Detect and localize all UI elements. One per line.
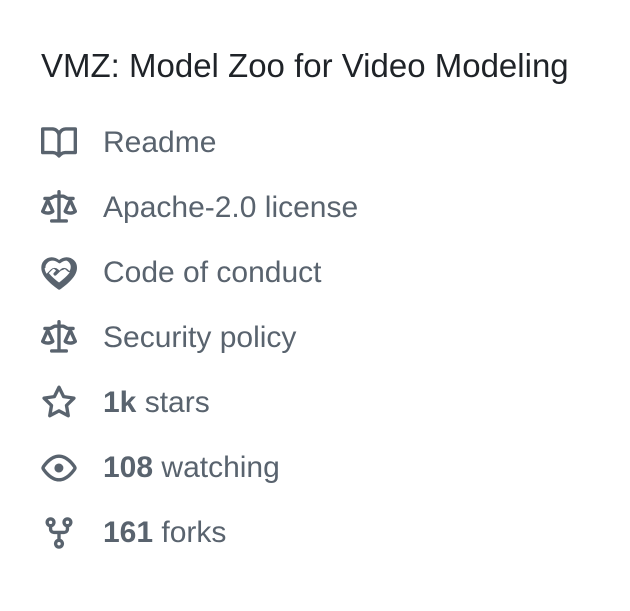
watchers-count: 108	[103, 450, 154, 484]
stars-label: 1k stars	[103, 383, 210, 423]
about-sidebar: VMZ: Model Zoo for Video Modeling Readme…	[0, 0, 630, 565]
security-policy-link[interactable]: Security policy	[41, 305, 630, 370]
stars-link[interactable]: 1k stars	[41, 370, 630, 435]
repo-meta-list: Readme Apache-2.0 license Code of conduc…	[41, 110, 630, 565]
code-of-conduct-icon	[41, 255, 77, 291]
forks-label: 161 forks	[103, 513, 226, 553]
code-of-conduct-label: Code of conduct	[103, 255, 322, 289]
license-label: Apache-2.0 license	[103, 190, 359, 224]
watchers-text: watching	[153, 450, 280, 484]
forks-link[interactable]: 161 forks	[41, 500, 630, 565]
readme-label: Readme	[103, 125, 217, 159]
star-icon	[41, 385, 77, 421]
stars-text: stars	[136, 385, 210, 419]
law-icon	[41, 189, 77, 226]
forks-text: forks	[153, 515, 227, 549]
forks-count: 161	[103, 515, 154, 549]
book-icon	[41, 125, 77, 161]
repo-forked-icon	[41, 515, 77, 551]
code-of-conduct-link[interactable]: Code of conduct	[41, 240, 630, 305]
law-icon	[41, 319, 77, 356]
watchers-label: 108 watching	[103, 448, 280, 488]
license-link[interactable]: Apache-2.0 license	[41, 175, 630, 240]
eye-icon	[41, 450, 77, 486]
readme-link[interactable]: Readme	[41, 110, 630, 175]
security-policy-label: Security policy	[103, 320, 297, 354]
watchers-link[interactable]: 108 watching	[41, 435, 630, 500]
stars-count: 1k	[103, 385, 137, 419]
repo-description: VMZ: Model Zoo for Video Modeling	[41, 47, 569, 84]
